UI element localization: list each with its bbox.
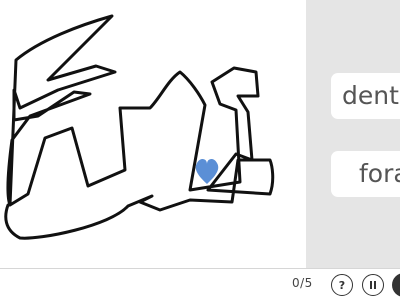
help-button[interactable]: ? — [331, 274, 353, 296]
choice-button-dent[interactable]: dent — [331, 73, 400, 119]
pause-bar-right — [374, 281, 376, 289]
puzzle-canvas[interactable] — [0, 0, 306, 268]
answer-panel: dent fora — [306, 0, 400, 268]
choice-button-fora[interactable]: fora — [331, 151, 400, 197]
pause-icon — [370, 281, 376, 289]
progress-counter: 0/5 — [292, 276, 313, 290]
help-icon: ? — [338, 278, 346, 292]
heart-shape — [195, 158, 219, 184]
pause-bar-left — [370, 281, 372, 289]
pause-button[interactable] — [362, 274, 384, 296]
heart-icon — [195, 158, 219, 184]
